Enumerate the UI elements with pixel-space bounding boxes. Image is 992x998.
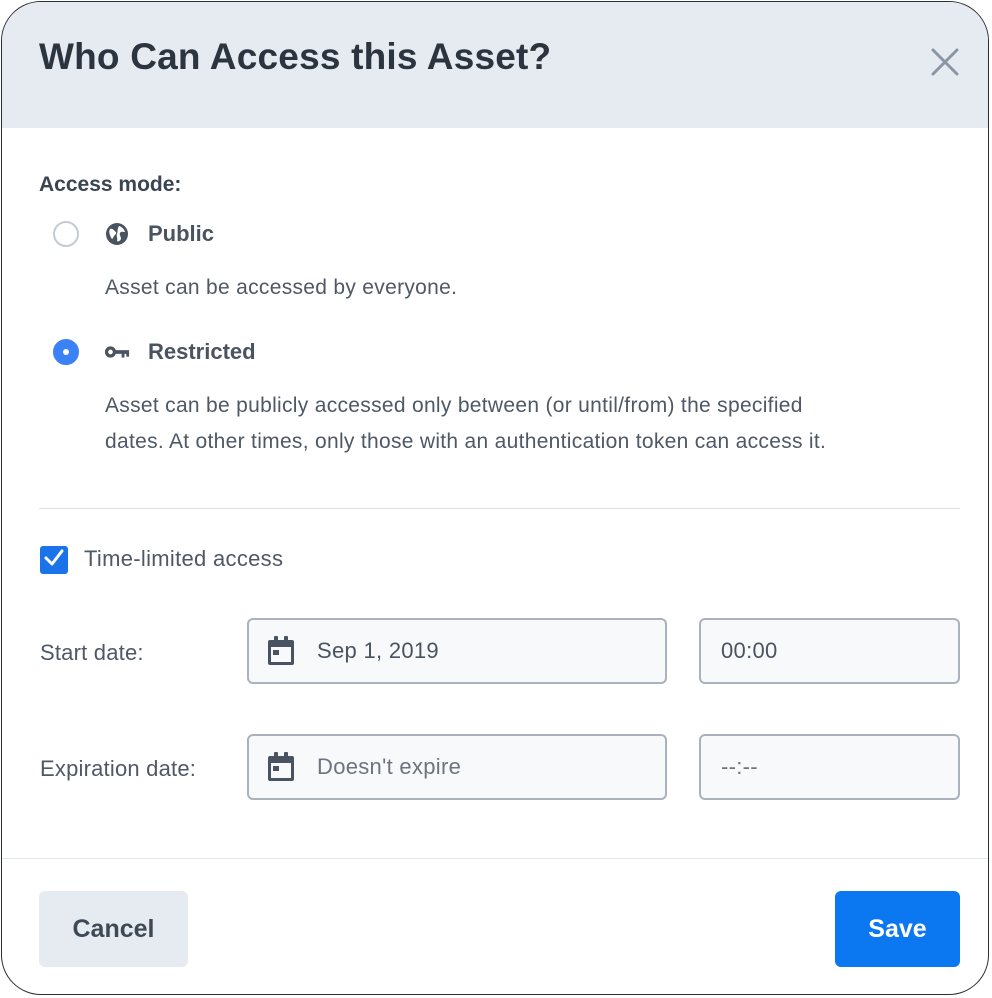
expiration-date-label: Expiration date: <box>40 756 197 781</box>
save-button[interactable]: Save <box>835 891 960 967</box>
start-time-value: 00:00 <box>721 638 778 663</box>
option-restricted-description-line2: dates. At other times, only those with a… <box>105 430 827 453</box>
checkmark-icon <box>43 547 65 574</box>
option-restricted-label: Restricted <box>148 339 256 364</box>
dialog-header: Who Can Access this Asset? <box>2 2 988 128</box>
start-date-value: Sep 1, 2019 <box>317 638 439 663</box>
access-mode-label: Access mode: <box>39 173 182 196</box>
section-divider <box>39 508 960 509</box>
time-limited-label[interactable]: Time-limited access <box>84 546 283 572</box>
radio-restricted[interactable] <box>53 339 79 365</box>
expiration-time-input[interactable]: --:-- <box>699 734 960 800</box>
start-date-input[interactable]: Sep 1, 2019 <box>247 618 667 684</box>
expiration-time-placeholder: --:-- <box>721 754 758 779</box>
option-public-label: Public <box>148 221 215 246</box>
start-date-label: Start date: <box>40 640 144 665</box>
expiration-date-placeholder: Doesn't expire <box>317 754 462 779</box>
globe-icon <box>104 221 130 247</box>
calendar-icon <box>265 635 297 667</box>
close-button[interactable] <box>923 42 967 86</box>
dialog-title: Who Can Access this Asset? <box>39 36 552 77</box>
access-dialog: Who Can Access this Asset? Access mode: … <box>1 1 989 995</box>
option-public-description: Asset can be accessed by everyone. <box>105 276 458 299</box>
time-limited-checkbox[interactable] <box>40 546 68 574</box>
calendar-icon <box>265 751 297 783</box>
cancel-button[interactable]: Cancel <box>39 891 188 967</box>
option-restricted-description-line1: Asset can be publicly accessed only betw… <box>105 394 803 417</box>
expiration-date-input[interactable]: Doesn't expire <box>247 734 667 800</box>
start-time-input[interactable]: 00:00 <box>699 618 960 684</box>
close-icon <box>930 47 960 82</box>
key-icon <box>104 339 130 365</box>
radio-public[interactable] <box>53 221 79 247</box>
footer-divider <box>2 858 988 859</box>
